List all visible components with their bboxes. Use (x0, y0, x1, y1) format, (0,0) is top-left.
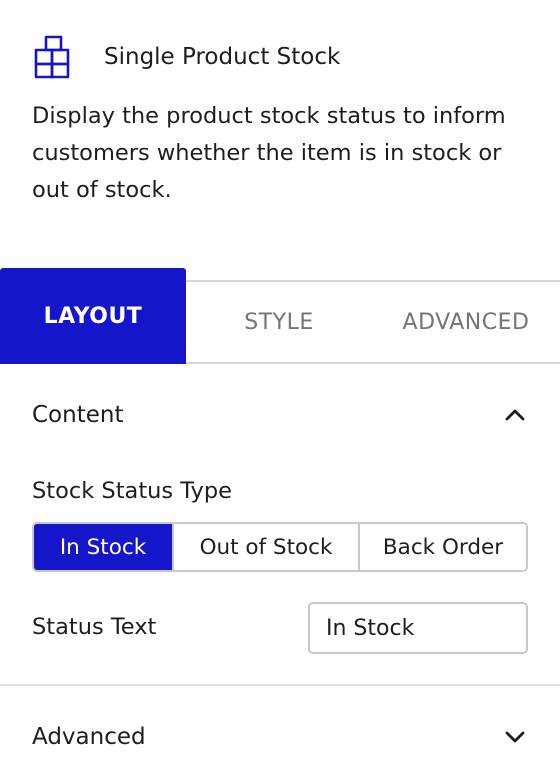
status-text-input[interactable] (308, 602, 528, 654)
stock-status-type-toggle: In Stock Out of Stock Back Order (32, 522, 528, 572)
content-panel-title: Content (32, 402, 124, 428)
option-out-of-stock-button[interactable]: Out of Stock (172, 524, 358, 570)
tab-advanced[interactable]: ADVANCED (372, 280, 560, 364)
stock-status-type-label: Stock Status Type (32, 478, 232, 504)
block-description: Display the product stock status to info… (32, 103, 506, 203)
tab-style[interactable]: STYLE (186, 280, 374, 364)
advanced-panel-title: Advanced (32, 724, 146, 750)
tab-layout[interactable]: LAYOUT (0, 268, 186, 364)
option-back-order-button[interactable]: Back Order (358, 524, 526, 570)
settings-tabs: STYLE ADVANCED LAYOUT (0, 268, 560, 364)
advanced-panel-toggle[interactable]: Advanced (32, 712, 528, 762)
boxes-icon (34, 35, 70, 79)
option-in-stock-button[interactable]: In Stock (34, 524, 172, 570)
block-title: Single Product Stock (104, 44, 341, 70)
status-text-label: Status Text (32, 614, 157, 640)
chevron-down-icon (505, 731, 525, 743)
chevron-up-icon (505, 409, 525, 421)
content-panel-toggle[interactable]: Content (32, 390, 528, 440)
block-card-header: Single Product Stock (32, 34, 340, 80)
block-settings-sidebar: Single Product Stock Display the product… (0, 0, 560, 784)
panel-divider (0, 684, 560, 686)
